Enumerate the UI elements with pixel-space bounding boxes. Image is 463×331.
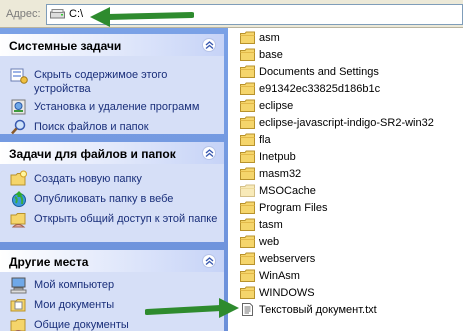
panel-file-tasks: Задачи для файлов и папок Создать новую … bbox=[0, 142, 224, 242]
folder-item[interactable]: e91342ec33825d186b1c bbox=[240, 81, 460, 98]
add-remove-programs-icon bbox=[11, 99, 26, 115]
folder-icon bbox=[240, 235, 255, 248]
collapse-chevron-icon[interactable] bbox=[202, 254, 216, 268]
task-share-folder[interactable]: Открыть общий доступ к этой папке bbox=[10, 210, 220, 240]
folder-item[interactable]: Documents and Settings bbox=[240, 64, 460, 81]
folder-icon bbox=[240, 252, 255, 265]
folder-icon bbox=[240, 48, 255, 61]
folder-icon bbox=[240, 201, 255, 214]
share-folder-icon bbox=[10, 213, 26, 228]
search-icon bbox=[11, 119, 26, 135]
collapse-chevron-icon[interactable] bbox=[202, 38, 216, 52]
folder-icon bbox=[240, 82, 255, 95]
panel-header[interactable]: Системные задачи bbox=[0, 34, 224, 56]
task-label: Создать новую папку bbox=[34, 173, 142, 185]
drive-icon bbox=[50, 9, 65, 19]
my-computer-icon bbox=[10, 277, 27, 294]
task-pane: Системные задачи Скрыть содержимое этого… bbox=[0, 28, 228, 331]
address-value: C:\ bbox=[69, 8, 84, 20]
folder-item[interactable]: eclipse bbox=[240, 98, 460, 115]
folder-item[interactable]: MSOCache bbox=[240, 183, 460, 200]
folder-item[interactable]: base bbox=[240, 47, 460, 64]
task-label: Поиск файлов и папок bbox=[34, 121, 149, 133]
collapse-chevron-icon[interactable] bbox=[202, 146, 216, 160]
panel-header[interactable]: Задачи для файлов и папок bbox=[0, 142, 224, 164]
task-search[interactable]: Поиск файлов и папок bbox=[10, 118, 220, 136]
folder-item[interactable]: fla bbox=[240, 132, 460, 149]
shared-documents-icon bbox=[10, 319, 26, 331]
file-name: WINDOWS bbox=[259, 287, 315, 299]
folder-item[interactable]: eclipse-javascript-indigo-SR2-win32 bbox=[240, 115, 460, 132]
file-name: e91342ec33825d186b1c bbox=[259, 83, 381, 95]
file-name: webservers bbox=[259, 253, 316, 265]
folder-icon bbox=[240, 116, 255, 129]
panel-system-tasks: Системные задачи Скрыть содержимое этого… bbox=[0, 34, 224, 136]
hide-drive-icon bbox=[10, 68, 28, 84]
task-label: Скрыть содержимое этого устройства bbox=[34, 69, 168, 95]
hidden-folder-icon bbox=[240, 184, 255, 197]
folder-icon bbox=[240, 286, 255, 299]
folder-item[interactable]: tasm bbox=[240, 217, 460, 234]
annotation-arrow-address bbox=[90, 7, 194, 27]
publish-web-icon bbox=[12, 191, 26, 207]
task-label: Установка и удаление программ bbox=[34, 101, 200, 113]
panel-title: Системные задачи bbox=[9, 39, 122, 53]
file-name: tasm bbox=[259, 219, 283, 231]
task-label: Открыть общий доступ к этой папке bbox=[34, 213, 218, 225]
folder-icon bbox=[240, 218, 255, 231]
file-name: MSOCache bbox=[259, 185, 316, 197]
file-name: Documents and Settings bbox=[259, 66, 379, 78]
address-bar: Адрес: C:\ bbox=[0, 0, 463, 28]
folder-item[interactable]: masm32 bbox=[240, 166, 460, 183]
folder-icon bbox=[240, 65, 255, 78]
new-folder-icon bbox=[10, 170, 27, 186]
folder-item[interactable]: web bbox=[240, 234, 460, 251]
folder-icon bbox=[240, 269, 255, 282]
folder-item[interactable]: WinAsm bbox=[240, 268, 460, 285]
file-list: asm base Documents and Settings e91342ec… bbox=[228, 28, 463, 331]
folder-item[interactable]: asm bbox=[240, 30, 460, 47]
file-name: eclipse-javascript-indigo-SR2-win32 bbox=[259, 117, 434, 129]
text-file-item[interactable]: Текстовый документ.txt bbox=[240, 302, 460, 319]
folder-item[interactable]: WINDOWS bbox=[240, 285, 460, 302]
folder-icon bbox=[240, 99, 255, 112]
panel-title: Другие места bbox=[9, 255, 89, 269]
folder-icon bbox=[240, 133, 255, 146]
panel-header[interactable]: Другие места bbox=[0, 250, 224, 272]
task-label: Опубликовать папку в вебе bbox=[34, 193, 174, 205]
folder-icon bbox=[240, 31, 255, 44]
annotation-arrow-textfile bbox=[145, 298, 239, 318]
task-label: Мой компьютер bbox=[34, 279, 115, 291]
file-name: asm bbox=[259, 32, 280, 44]
file-name: web bbox=[259, 236, 280, 248]
file-name: masm32 bbox=[259, 168, 302, 180]
file-name: Текстовый документ.txt bbox=[259, 304, 377, 316]
file-name: eclipse bbox=[259, 100, 294, 112]
folder-icon bbox=[240, 167, 255, 180]
file-name: WinAsm bbox=[259, 270, 300, 282]
folder-item[interactable]: Program Files bbox=[240, 200, 460, 217]
folder-item[interactable]: Inetpub bbox=[240, 149, 460, 166]
file-name: Program Files bbox=[259, 202, 328, 214]
folder-item[interactable]: webservers bbox=[240, 251, 460, 268]
task-publish-web[interactable]: Опубликовать папку в вебе bbox=[10, 190, 220, 208]
task-hide-drive[interactable]: Скрыть содержимое этого устройства bbox=[10, 66, 220, 96]
text-file-icon bbox=[242, 303, 253, 316]
address-label: Адрес: bbox=[6, 8, 41, 20]
task-add-remove-programs[interactable]: Установка и удаление программ bbox=[10, 98, 220, 116]
panel-title: Задачи для файлов и папок bbox=[9, 147, 176, 161]
file-name: fla bbox=[259, 134, 271, 146]
folder-icon bbox=[240, 150, 255, 163]
my-documents-icon bbox=[10, 299, 26, 312]
file-name: Inetpub bbox=[259, 151, 296, 163]
task-my-computer[interactable]: Мой компьютер bbox=[10, 276, 220, 294]
file-name: base bbox=[259, 49, 283, 61]
task-new-folder[interactable]: Создать новую папку bbox=[10, 170, 220, 188]
